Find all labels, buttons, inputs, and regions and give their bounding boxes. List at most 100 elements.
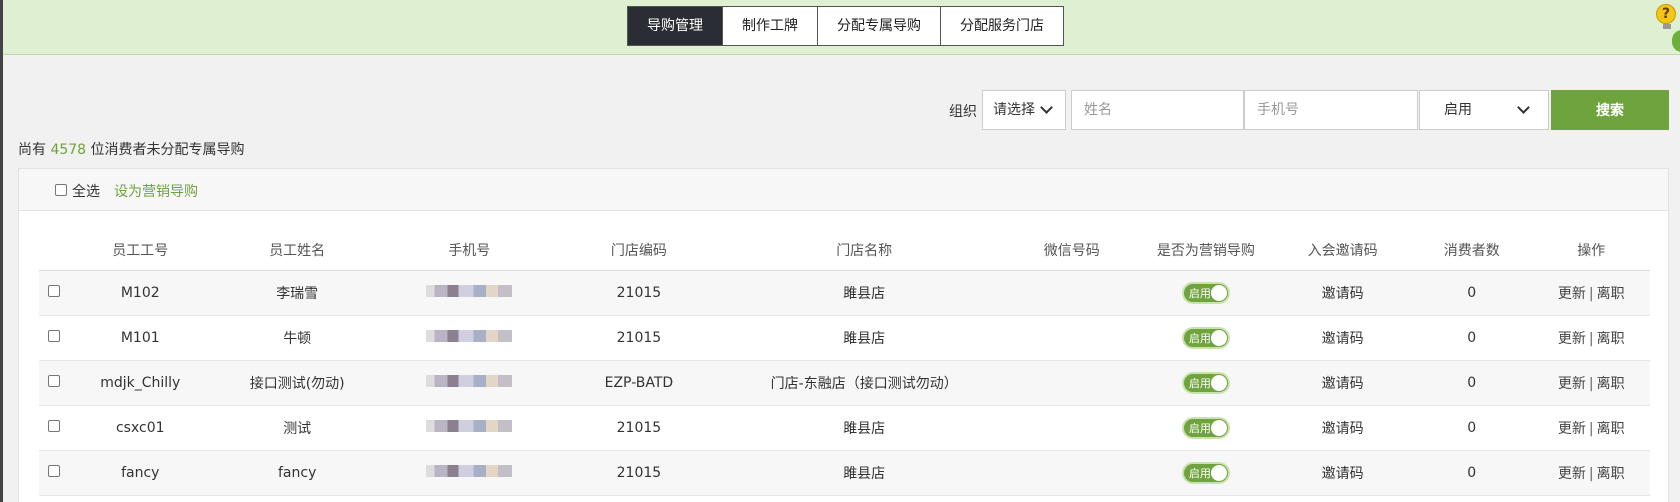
question-bulb-icon[interactable]: ? — [1656, 4, 1678, 29]
select-all-checkbox[interactable] — [55, 184, 67, 196]
notice-suffix: 位消费者未分配专属导购 — [90, 142, 245, 158]
action-separator: | — [1588, 465, 1594, 482]
name-input[interactable] — [1071, 90, 1244, 130]
tab-assign-service-store[interactable]: 分配服务门店 — [940, 7, 1063, 45]
update-link[interactable]: 更新 — [1558, 466, 1586, 482]
header-actions: 操作 — [1532, 230, 1650, 271]
org-select[interactable]: 请选择 — [982, 90, 1066, 130]
marketing-guide-toggle[interactable]: 启用 — [1181, 371, 1230, 394]
phone-redacted — [426, 329, 513, 342]
cell-wechat — [1005, 315, 1138, 361]
cell-employee-name: fancy — [211, 450, 384, 496]
header-consumer-count: 消费者数 — [1410, 230, 1533, 271]
header-wechat: 微信号码 — [1005, 230, 1138, 271]
cell-store-code: EZP-BATD — [555, 360, 723, 406]
action-separator: | — [1588, 375, 1594, 392]
unassigned-notice: 尚有 4578 位消费者未分配专属导购 — [18, 139, 245, 159]
header-is-marketing-guide: 是否为营销导购 — [1137, 230, 1275, 271]
status-select[interactable]: 启用 — [1419, 90, 1549, 130]
toggle-label: 启用 — [1188, 286, 1211, 300]
update-link[interactable]: 更新 — [1558, 331, 1586, 347]
cell-employee-id: fancy — [69, 450, 212, 496]
cell-employee-name: 牛顿 — [211, 315, 384, 361]
unassigned-count: 4578 — [50, 142, 87, 158]
tab-bar: 导购管理 制作工牌 分配专属导购 分配服务门店 — [627, 6, 1064, 46]
phone-redacted — [426, 284, 513, 297]
cell-store-name: 雎县店 — [722, 405, 1006, 451]
cell-wechat — [1005, 450, 1138, 496]
row-checkbox[interactable] — [48, 419, 61, 432]
cell-employee-id: M102 — [69, 270, 212, 316]
row-checkbox[interactable] — [48, 284, 61, 297]
header-employee-name: 员工姓名 — [211, 230, 384, 271]
row-checkbox[interactable] — [48, 329, 61, 342]
tab-make-badge[interactable]: 制作工牌 — [722, 7, 817, 45]
marketing-guide-toggle[interactable]: 启用 — [1181, 461, 1230, 484]
cell-wechat — [1005, 405, 1138, 451]
cell-wechat — [1005, 270, 1138, 316]
invite-code-link[interactable]: 邀请码 — [1274, 315, 1411, 361]
table-row: mdjk_Chilly 接口测试(勿动) EZP-BATD 门店-东融店（接口测… — [39, 360, 1650, 406]
cell-consumer-count: 0 — [1410, 270, 1533, 316]
resign-link[interactable]: 离职 — [1597, 466, 1625, 482]
search-button[interactable]: 搜索 — [1551, 90, 1669, 130]
header-store-name: 门店名称 — [722, 230, 1006, 271]
cell-consumer-count: 0 — [1410, 405, 1533, 451]
toggle-label: 启用 — [1188, 376, 1211, 390]
row-checkbox[interactable] — [48, 464, 61, 477]
table-row: fancy fancy 21015 雎县店 启用 邀请码 0 更新 | 离职 — [39, 450, 1650, 496]
resign-link[interactable]: 离职 — [1597, 286, 1625, 302]
invite-code-link[interactable]: 邀请码 — [1274, 450, 1411, 496]
resign-link[interactable]: 离职 — [1597, 421, 1625, 437]
select-all-label[interactable]: 全选 — [72, 181, 100, 201]
action-separator: | — [1588, 285, 1594, 302]
update-link[interactable]: 更新 — [1558, 286, 1586, 302]
table-row: csxc01 测试 21015 雎县店 启用 邀请码 0 更新 | 离职 — [39, 405, 1650, 451]
table-row: M101 牛顿 21015 雎县店 启用 邀请码 0 更新 | 离职 — [39, 315, 1650, 361]
marketing-guide-toggle[interactable]: 启用 — [1181, 326, 1230, 349]
cell-store-code: 21015 — [555, 270, 723, 316]
chevron-down-icon — [1517, 101, 1530, 114]
toggle-label: 启用 — [1188, 421, 1211, 435]
header-employee-id: 员工工号 — [69, 230, 212, 271]
top-bar: 导购管理 制作工牌 分配专属导购 分配服务门店 — [3, 0, 1680, 55]
header-phone: 手机号 — [383, 230, 556, 271]
invite-code-link[interactable]: 邀请码 — [1274, 360, 1411, 406]
invite-code-link[interactable]: 邀请码 — [1274, 405, 1411, 451]
row-checkbox[interactable] — [48, 374, 61, 387]
list-toolbar: 全选 设为营销导购 — [19, 169, 1668, 211]
guide-table: 员工工号 员工姓名 手机号 门店编码 门店名称 微信号码 是否为营销导购 入会邀… — [39, 230, 1650, 496]
set-marketing-guide-link[interactable]: 设为营销导购 — [114, 181, 198, 201]
marketing-guide-toggle[interactable]: 启用 — [1181, 281, 1230, 304]
cell-store-code: 21015 — [555, 450, 723, 496]
update-link[interactable]: 更新 — [1558, 376, 1586, 392]
tab-guide-management[interactable]: 导购管理 — [628, 7, 722, 45]
header-invite-code: 入会邀请码 — [1274, 230, 1411, 271]
phone-input[interactable] — [1244, 90, 1418, 130]
marketing-guide-toggle[interactable]: 启用 — [1181, 416, 1230, 439]
table-header-row: 员工工号 员工姓名 手机号 门店编码 门店名称 微信号码 是否为营销导购 入会邀… — [39, 230, 1650, 271]
cell-store-code: 21015 — [555, 405, 723, 451]
update-link[interactable]: 更新 — [1558, 421, 1586, 437]
cell-employee-id: mdjk_Chilly — [69, 360, 212, 406]
header-store-code: 门店编码 — [555, 230, 723, 271]
resign-link[interactable]: 离职 — [1597, 331, 1625, 347]
cell-consumer-count: 0 — [1410, 450, 1533, 496]
cell-employee-name: 李瑞雪 — [211, 270, 384, 316]
cell-store-name: 雎县店 — [722, 450, 1006, 496]
phone-redacted — [426, 374, 513, 387]
cell-employee-id: csxc01 — [69, 405, 212, 451]
toggle-label: 启用 — [1188, 331, 1211, 345]
cell-store-code: 21015 — [555, 315, 723, 361]
org-label: 组织 — [949, 104, 977, 120]
table-row: M102 李瑞雪 21015 雎县店 启用 邀请码 0 更新 | 离职 — [39, 270, 1650, 316]
tab-assign-exclusive-guide[interactable]: 分配专属导购 — [817, 7, 940, 45]
cell-store-name: 雎县店 — [722, 270, 1006, 316]
guide-list-panel: 全选 设为营销导购 员工工号 员工姓名 手机号 门店编码 门店名称 微信号码 是… — [18, 168, 1669, 502]
window-left-edge — [0, 0, 3, 502]
action-separator: | — [1588, 420, 1594, 437]
cell-employee-id: M101 — [69, 315, 212, 361]
resign-link[interactable]: 离职 — [1597, 376, 1625, 392]
invite-code-link[interactable]: 邀请码 — [1274, 270, 1411, 316]
cell-store-name: 雎县店 — [722, 315, 1006, 361]
